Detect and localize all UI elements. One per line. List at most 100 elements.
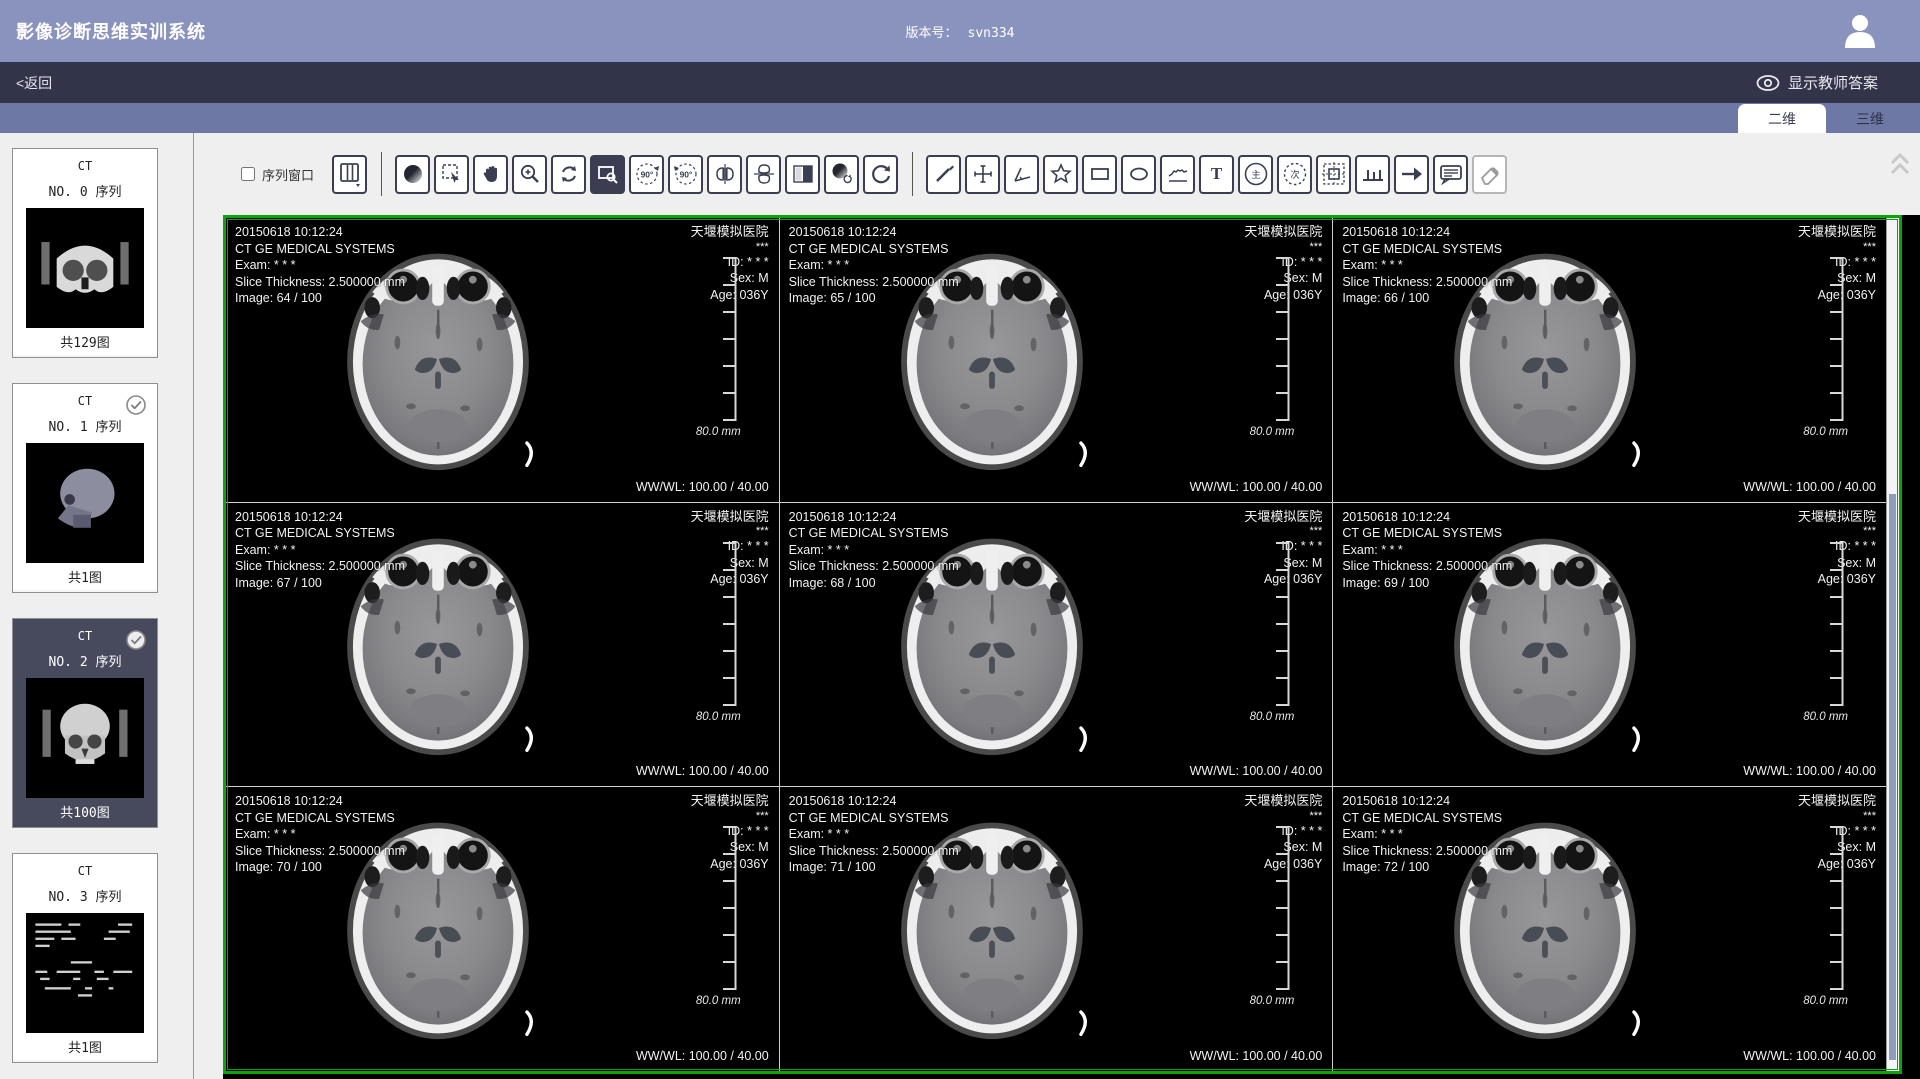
cross-measure-button[interactable]: [965, 155, 1000, 194]
overlay-datetime: 20150618 10:12:24: [235, 793, 405, 810]
collapse-panel-icon[interactable]: [1888, 149, 1912, 179]
window-level-readout: WW/WL: 100.00 / 40.00: [636, 480, 769, 494]
viewport-cell[interactable]: 20150618 10:12:24 CT GE MEDICAL SYSTEMS …: [226, 218, 779, 502]
viewport-cell[interactable]: 20150618 10:12:24 CT GE MEDICAL SYSTEMS …: [226, 787, 779, 1071]
zoom-button[interactable]: [512, 155, 547, 194]
series-window-label: 序列窗口: [262, 165, 314, 184]
svg-text:90°: 90°: [679, 170, 692, 180]
select-button[interactable]: [434, 155, 469, 194]
secondary-mark-icon: 次: [1282, 161, 1308, 187]
overlay-image-number: Image: 66 / 100: [1342, 290, 1512, 307]
grid-scrollbar[interactable]: [1886, 218, 1899, 1071]
overlay-study-info: 20150618 10:12:24 CT GE MEDICAL SYSTEMS …: [235, 224, 405, 307]
back-button[interactable]: <返回: [16, 73, 52, 93]
scale-label: 80.0 mm: [1250, 995, 1295, 1007]
scale-ruler: [1274, 541, 1290, 707]
window-level-readout: WW/WL: 100.00 / 40.00: [636, 764, 769, 778]
overlay-study-info: 20150618 10:12:24 CT GE MEDICAL SYSTEMS …: [1342, 509, 1512, 592]
scale-ruler: [1828, 541, 1844, 707]
angle-measure-button[interactable]: [1004, 155, 1039, 194]
secondary-mark-button[interactable]: 次: [1277, 155, 1312, 194]
series-image-count: 共100图: [13, 802, 157, 821]
grid-scrollbar-thumb[interactable]: [1889, 494, 1896, 1060]
window-level-button[interactable]: [395, 155, 430, 194]
series-window-checkbox[interactable]: [241, 167, 255, 181]
viewport-cell[interactable]: 20150618 10:12:24 CT GE MEDICAL SYSTEMS …: [226, 503, 779, 787]
rotate-left-90-button[interactable]: 90°: [629, 155, 664, 194]
ellipse-roi-button[interactable]: [1121, 155, 1156, 194]
viewport-cell[interactable]: 20150618 10:12:24 CT GE MEDICAL SYSTEMS …: [780, 218, 1333, 502]
series-card-1[interactable]: CT NO. 1 序列 共1图: [12, 383, 158, 593]
flip-vertical-icon: [752, 162, 776, 186]
reset-button[interactable]: [863, 155, 898, 194]
overlay-hospital: 天堰模拟医院: [1244, 509, 1322, 526]
overlay-image-number: Image: 70 / 100: [235, 859, 405, 876]
histogram-baseline-button[interactable]: [1355, 155, 1390, 194]
window-preset-button[interactable]: [824, 155, 859, 194]
line-measure-icon: [933, 163, 955, 185]
overlay-hospital: 天堰模拟医院: [1244, 224, 1322, 241]
viewer-toolbar: 序列窗口: [195, 133, 1920, 215]
overlay-datetime: 20150618 10:12:24: [789, 793, 959, 810]
show-teacher-answer-button[interactable]: 显示教师答案: [1756, 72, 1878, 93]
invert-button[interactable]: [785, 155, 820, 194]
pan-button[interactable]: [473, 155, 508, 194]
checkmark-icon: [125, 629, 147, 651]
rotate-free-button[interactable]: [551, 155, 586, 194]
overlay-image-number: Image: 72 / 100: [1342, 859, 1512, 876]
series-name: NO. 1 序列: [13, 416, 157, 435]
tab-3d[interactable]: 三维: [1826, 104, 1914, 133]
version-value: svn334: [968, 26, 1015, 41]
center-locate-button[interactable]: [1316, 155, 1351, 194]
window-level-readout: WW/WL: 100.00 / 40.00: [1743, 764, 1876, 778]
viewport-cell[interactable]: 20150618 10:12:24 CT GE MEDICAL SYSTEMS …: [780, 787, 1333, 1071]
flip-vertical-button[interactable]: [746, 155, 781, 194]
rect-roi-button[interactable]: [1082, 155, 1117, 194]
magnify-region-icon: [597, 163, 619, 185]
scale-label: 80.0 mm: [1250, 426, 1295, 438]
polygon-roi-button[interactable]: [1043, 155, 1078, 194]
series-sidebar: CT NO. 0 序列 共129图 CT NO. 1 序列 共1图 CT NO.…: [0, 133, 194, 1079]
overlay-exam: Exam: * * *: [1342, 542, 1512, 559]
magnify-region-button[interactable]: [590, 155, 625, 194]
image-grid: 20150618 10:12:24 CT GE MEDICAL SYSTEMS …: [223, 215, 1902, 1074]
series-card-2[interactable]: CT NO. 2 序列 共100图: [12, 618, 158, 828]
viewport-cell[interactable]: 20150618 10:12:24 CT GE MEDICAL SYSTEMS …: [1333, 218, 1886, 502]
rotate-right-90-button[interactable]: 90°: [668, 155, 703, 194]
window-level-readout: WW/WL: 100.00 / 40.00: [1190, 1049, 1323, 1063]
overlay-slice-thickness: Slice Thickness: 2.500000 mm: [235, 558, 405, 575]
series-card-0[interactable]: CT NO. 0 序列 共129图: [12, 148, 158, 358]
rotate-arrows-icon: [558, 163, 580, 185]
layout-button[interactable]: [332, 155, 367, 194]
primary-mark-button[interactable]: 主: [1238, 155, 1273, 194]
flip-horizontal-button[interactable]: [707, 155, 742, 194]
profile-curve-button[interactable]: [1160, 155, 1195, 194]
eye-icon: [1756, 75, 1780, 91]
image-cells: 20150618 10:12:24 CT GE MEDICAL SYSTEMS …: [226, 218, 1886, 1071]
overlay-study-info: 20150618 10:12:24 CT GE MEDICAL SYSTEMS …: [789, 793, 959, 876]
overlay-device: CT GE MEDICAL SYSTEMS: [1342, 810, 1512, 827]
svg-text:次: 次: [1290, 169, 1300, 181]
overlay-slice-thickness: Slice Thickness: 2.500000 mm: [789, 558, 959, 575]
scale-label: 80.0 mm: [696, 426, 741, 438]
version-info: 版本号： svn334: [906, 22, 1015, 41]
viewport-cell[interactable]: 20150618 10:12:24 CT GE MEDICAL SYSTEMS …: [1333, 787, 1886, 1071]
version-label: 版本号：: [906, 25, 958, 40]
user-avatar-icon[interactable]: [1840, 10, 1880, 50]
line-measure-button[interactable]: [926, 155, 961, 194]
comment-button[interactable]: [1433, 155, 1468, 194]
overlay-exam: Exam: * * *: [789, 826, 959, 843]
viewport-cell[interactable]: 20150618 10:12:24 CT GE MEDICAL SYSTEMS …: [780, 503, 1333, 787]
viewport-cell[interactable]: 20150618 10:12:24 CT GE MEDICAL SYSTEMS …: [1333, 503, 1886, 787]
overlay-stars: ***: [1244, 525, 1322, 538]
overlay-study-info: 20150618 10:12:24 CT GE MEDICAL SYSTEMS …: [235, 509, 405, 592]
series-window-toggle[interactable]: 序列窗口: [241, 165, 314, 184]
eraser-button[interactable]: [1472, 155, 1507, 194]
overlay-exam: Exam: * * *: [789, 542, 959, 559]
svg-text:主: 主: [1251, 169, 1261, 181]
overlay-slice-thickness: Slice Thickness: 2.500000 mm: [235, 274, 405, 291]
text-annotation-button[interactable]: T: [1199, 155, 1234, 194]
arrow-annotation-button[interactable]: [1394, 155, 1429, 194]
tab-2d[interactable]: 二维: [1738, 104, 1826, 133]
series-card-3[interactable]: CT NO. 3 序列 共1图: [12, 853, 158, 1063]
